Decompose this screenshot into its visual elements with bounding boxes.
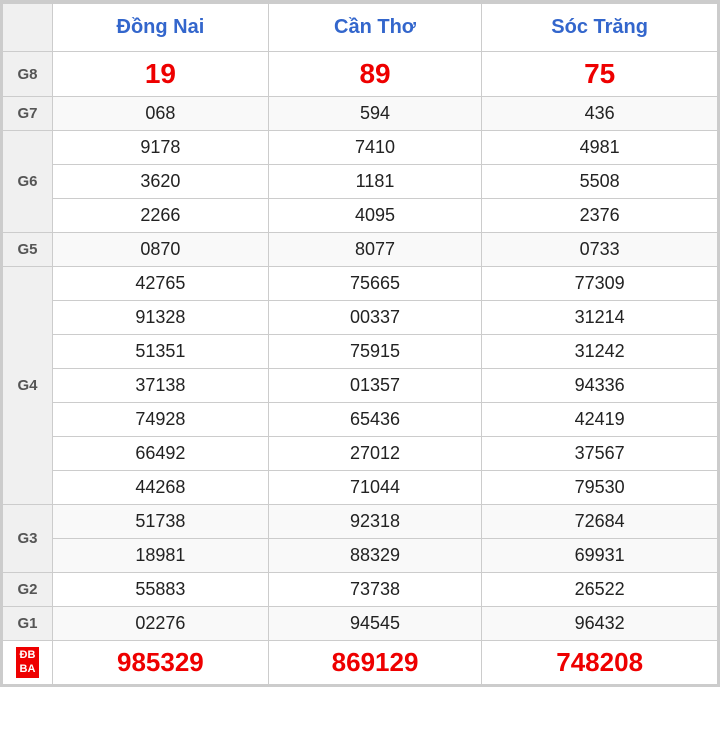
g2-can-tho: 73738	[268, 573, 482, 607]
g4-row-5: 74928 65436 42419	[3, 403, 718, 437]
lottery-table: Đồng Nai Cần Thơ Sóc Trăng G8 19 89 75 G…	[2, 2, 718, 685]
g8-dong-nai: 19	[53, 52, 269, 97]
g1-dong-nai: 02276	[53, 607, 269, 641]
g7-soc-trang: 436	[482, 97, 718, 131]
g4-can-tho-3: 75915	[268, 335, 482, 369]
g4-can-tho-5: 65436	[268, 403, 482, 437]
g4-row-2: 91328 00337 31214	[3, 301, 718, 335]
g8-soc-trang: 75	[482, 52, 718, 97]
g4-soc-trang-1: 77309	[482, 267, 718, 301]
header-soc-trang: Sóc Trăng	[482, 3, 718, 52]
g4-dong-nai-1: 42765	[53, 267, 269, 301]
g8-row: G8 19 89 75	[3, 52, 718, 97]
g6-dong-nai-1: 9178	[53, 131, 269, 165]
g4-soc-trang-5: 42419	[482, 403, 718, 437]
g3-row-2: 18981 88329 69931	[3, 539, 718, 573]
g4-row-1: G4 42765 75665 77309	[3, 267, 718, 301]
g4-dong-nai-4: 37138	[53, 369, 269, 403]
g4-dong-nai-3: 51351	[53, 335, 269, 369]
g7-can-tho: 594	[268, 97, 482, 131]
g6-soc-trang-2: 5508	[482, 165, 718, 199]
g4-row-3: 51351 75915 31242	[3, 335, 718, 369]
db-soc-trang: 748208	[482, 641, 718, 685]
g2-dong-nai: 55883	[53, 573, 269, 607]
g4-can-tho-2: 00337	[268, 301, 482, 335]
g1-label: G1	[3, 607, 53, 641]
g4-soc-trang-7: 79530	[482, 471, 718, 505]
db-can-tho: 869129	[268, 641, 482, 685]
main-container: Đồng Nai Cần Thơ Sóc Trăng G8 19 89 75 G…	[0, 0, 720, 687]
g1-row: G1 02276 94545 96432	[3, 607, 718, 641]
header-empty	[3, 3, 53, 52]
g5-soc-trang: 0733	[482, 233, 718, 267]
g3-can-tho-2: 88329	[268, 539, 482, 573]
header-row: Đồng Nai Cần Thơ Sóc Trăng	[3, 3, 718, 52]
g4-soc-trang-2: 31214	[482, 301, 718, 335]
db-badge: ĐBBA	[16, 647, 40, 677]
db-row: ĐBBA 985329 869129 748208	[3, 641, 718, 685]
g6-dong-nai-2: 3620	[53, 165, 269, 199]
header-dong-nai: Đồng Nai	[53, 3, 269, 52]
db-label: ĐBBA	[3, 641, 53, 685]
g7-row: G7 068 594 436	[3, 97, 718, 131]
g5-row: G5 0870 8077 0733	[3, 233, 718, 267]
g4-label: G4	[3, 267, 53, 505]
g3-soc-trang-1: 72684	[482, 505, 718, 539]
g8-label: G8	[3, 52, 53, 97]
g4-can-tho-7: 71044	[268, 471, 482, 505]
g6-row-1: G6 9178 7410 4981	[3, 131, 718, 165]
g7-label: G7	[3, 97, 53, 131]
g6-label: G6	[3, 131, 53, 233]
g5-label: G5	[3, 233, 53, 267]
g3-label: G3	[3, 505, 53, 573]
g4-dong-nai-5: 74928	[53, 403, 269, 437]
g4-row-6: 66492 27012 37567	[3, 437, 718, 471]
g3-dong-nai-2: 18981	[53, 539, 269, 573]
g3-row-1: G3 51738 92318 72684	[3, 505, 718, 539]
header-can-tho: Cần Thơ	[268, 3, 482, 52]
g3-dong-nai-1: 51738	[53, 505, 269, 539]
g2-soc-trang: 26522	[482, 573, 718, 607]
g4-dong-nai-7: 44268	[53, 471, 269, 505]
g4-dong-nai-2: 91328	[53, 301, 269, 335]
g6-dong-nai-3: 2266	[53, 199, 269, 233]
g4-soc-trang-6: 37567	[482, 437, 718, 471]
g4-soc-trang-4: 94336	[482, 369, 718, 403]
g6-row-3: 2266 4095 2376	[3, 199, 718, 233]
g3-can-tho-1: 92318	[268, 505, 482, 539]
db-dong-nai: 985329	[53, 641, 269, 685]
g3-soc-trang-2: 69931	[482, 539, 718, 573]
g6-can-tho-3: 4095	[268, 199, 482, 233]
g2-label: G2	[3, 573, 53, 607]
g4-dong-nai-6: 66492	[53, 437, 269, 471]
g2-row: G2 55883 73738 26522	[3, 573, 718, 607]
g6-row-2: 3620 1181 5508	[3, 165, 718, 199]
g6-can-tho-2: 1181	[268, 165, 482, 199]
g4-row-7: 44268 71044 79530	[3, 471, 718, 505]
g6-can-tho-1: 7410	[268, 131, 482, 165]
g8-can-tho: 89	[268, 52, 482, 97]
g4-row-4: 37138 01357 94336	[3, 369, 718, 403]
g7-dong-nai: 068	[53, 97, 269, 131]
g4-can-tho-1: 75665	[268, 267, 482, 301]
g4-can-tho-4: 01357	[268, 369, 482, 403]
g5-can-tho: 8077	[268, 233, 482, 267]
g6-soc-trang-1: 4981	[482, 131, 718, 165]
g4-soc-trang-3: 31242	[482, 335, 718, 369]
g1-soc-trang: 96432	[482, 607, 718, 641]
g5-dong-nai: 0870	[53, 233, 269, 267]
g6-soc-trang-3: 2376	[482, 199, 718, 233]
g1-can-tho: 94545	[268, 607, 482, 641]
g4-can-tho-6: 27012	[268, 437, 482, 471]
